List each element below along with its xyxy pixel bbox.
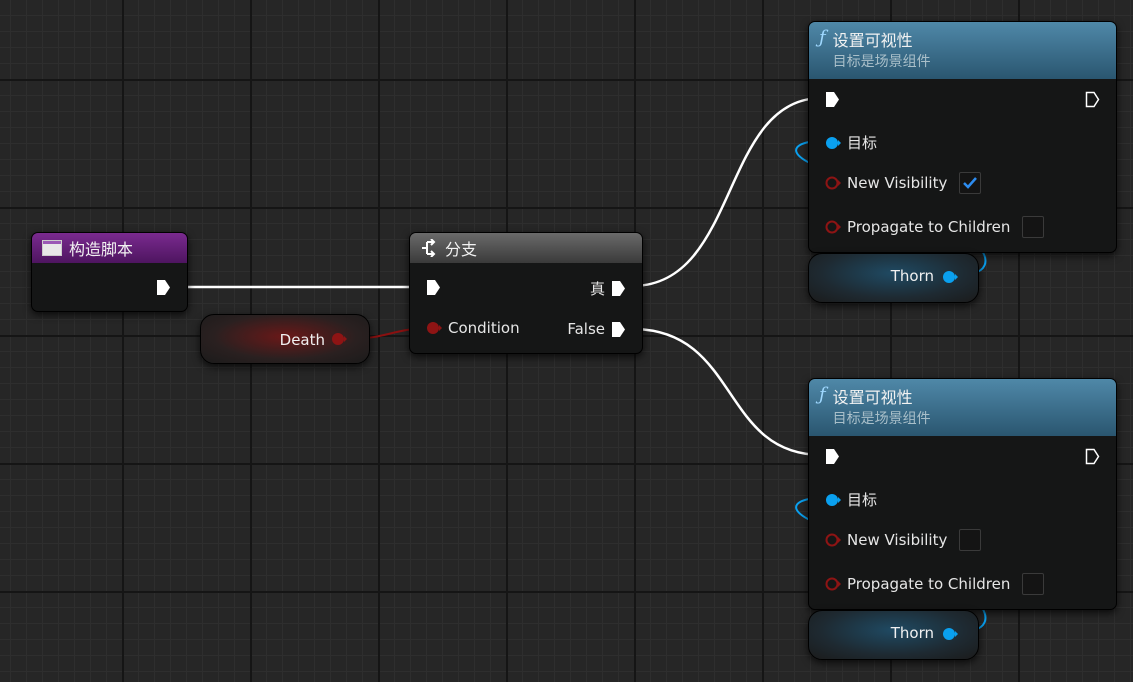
propagate-label: Propagate to Children xyxy=(847,575,1011,593)
variable-label: Death xyxy=(279,331,325,349)
exec-out-pin[interactable] xyxy=(156,279,171,296)
node-title: 设置可视性 xyxy=(832,388,913,407)
node-header: ƒ 设置可视性 目标是场景组件 xyxy=(809,379,1116,436)
target-pin[interactable]: 目标 xyxy=(825,132,877,153)
propagate-checkbox[interactable] xyxy=(1022,216,1045,238)
branch-node[interactable]: 分支 Condition 真 False xyxy=(409,232,643,354)
bool-in-icon xyxy=(825,176,841,190)
new-visibility-checkbox[interactable] xyxy=(959,172,982,194)
bool-in-icon xyxy=(825,533,841,547)
exec-out-icon xyxy=(1085,91,1100,108)
true-exec-pin[interactable]: 真 xyxy=(590,278,626,299)
condition-pin[interactable]: Condition xyxy=(426,319,520,337)
bool-in-icon xyxy=(825,220,841,234)
script-icon xyxy=(42,240,62,256)
function-icon: ƒ xyxy=(819,384,826,405)
node-subtitle: 目标是场景组件 xyxy=(832,54,931,70)
node-title: 构造脚本 xyxy=(69,240,134,259)
false-exec-pin[interactable]: False xyxy=(567,320,626,338)
exec-out-icon xyxy=(1085,448,1100,465)
check-icon xyxy=(963,177,978,189)
propagate-pin[interactable]: Propagate to Children xyxy=(825,216,1045,238)
node-title: 分支 xyxy=(445,240,478,259)
target-label: 目标 xyxy=(847,491,878,509)
node-subtitle: 目标是场景组件 xyxy=(832,411,931,427)
exec-out-icon xyxy=(157,280,170,295)
exec-in-pin[interactable] xyxy=(825,91,840,108)
new-visibility-label: New Visibility xyxy=(847,531,948,549)
object-out-pin[interactable] xyxy=(942,270,958,284)
thorn-variable-node-1[interactable]: Thorn xyxy=(808,253,979,303)
death-variable-node[interactable]: Death xyxy=(200,314,370,364)
object-in-icon xyxy=(826,136,841,149)
target-pin[interactable]: 目标 xyxy=(825,489,877,510)
propagate-pin[interactable]: Propagate to Children xyxy=(825,573,1045,595)
function-icon: ƒ xyxy=(819,27,826,48)
condition-label: Condition xyxy=(448,319,520,337)
branch-icon xyxy=(422,239,436,257)
object-out-pin[interactable] xyxy=(942,627,958,641)
true-label: 真 xyxy=(589,280,605,298)
false-label: False xyxy=(567,320,605,338)
set-visibility-node-2[interactable]: ƒ 设置可视性 目标是场景组件 目标 New Visibility Propag… xyxy=(808,378,1117,610)
new-visibility-checkbox[interactable] xyxy=(959,529,982,551)
new-visibility-label: New Visibility xyxy=(847,174,948,192)
exec-in-icon xyxy=(427,280,440,295)
node-header: 分支 xyxy=(410,233,642,263)
exec-out-pin[interactable] xyxy=(1085,448,1100,465)
exec-in-pin[interactable] xyxy=(825,448,840,465)
exec-in-pin[interactable] xyxy=(426,279,441,296)
new-visibility-pin[interactable]: New Visibility xyxy=(825,529,982,551)
object-in-icon xyxy=(826,493,841,506)
propagate-label: Propagate to Children xyxy=(847,218,1011,236)
exec-wire-false-to-setvis2 xyxy=(631,327,823,457)
construction-script-node[interactable]: 构造脚本 xyxy=(31,232,188,312)
thorn-variable-node-2[interactable]: Thorn xyxy=(808,610,979,660)
variable-label: Thorn xyxy=(890,624,934,642)
bool-in-icon xyxy=(427,322,442,334)
set-visibility-node-1[interactable]: ƒ 设置可视性 目标是场景组件 目标 New Visibility Propag… xyxy=(808,21,1117,253)
new-visibility-pin[interactable]: New Visibility xyxy=(825,172,982,194)
propagate-checkbox[interactable] xyxy=(1022,573,1045,595)
bool-out-pin[interactable] xyxy=(331,332,347,346)
node-title: 设置可视性 xyxy=(832,31,913,50)
node-header: 构造脚本 xyxy=(32,233,187,263)
exec-in-icon xyxy=(826,92,839,107)
exec-wire-true-to-setvis1 xyxy=(631,96,823,288)
target-label: 目标 xyxy=(847,134,878,152)
exec-out-icon xyxy=(612,281,625,296)
exec-out-icon xyxy=(612,321,625,337)
node-header: ƒ 设置可视性 目标是场景组件 xyxy=(809,22,1116,79)
bool-in-icon xyxy=(825,577,841,591)
variable-label: Thorn xyxy=(890,267,934,285)
exec-in-icon xyxy=(826,449,839,464)
exec-out-pin[interactable] xyxy=(1085,91,1100,108)
